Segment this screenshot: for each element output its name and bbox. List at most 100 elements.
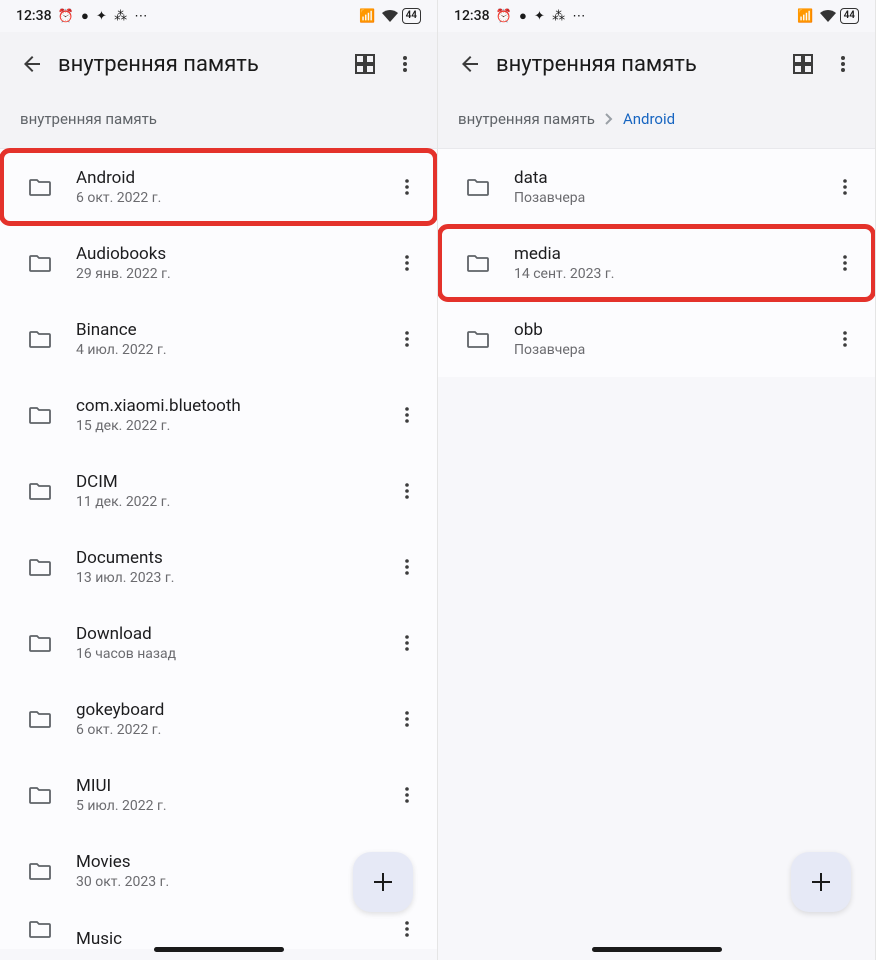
- status-left: 12:38 ⏰ ● ✦ ⁂ ⋯: [16, 8, 149, 24]
- add-fab[interactable]: [791, 852, 851, 912]
- breadcrumb-item[interactable]: Android: [623, 110, 675, 128]
- back-button[interactable]: [450, 44, 490, 84]
- item-more-button[interactable]: [387, 909, 427, 949]
- item-more-button[interactable]: [387, 623, 427, 663]
- status-time: 12:38: [16, 8, 52, 24]
- folder-item[interactable]: Binance 4 июл. 2022 г.: [0, 301, 437, 377]
- wifi-icon: [382, 10, 398, 22]
- signal-icon: 📶: [797, 9, 815, 24]
- item-more-button[interactable]: [387, 167, 427, 207]
- item-more-button[interactable]: [825, 319, 865, 359]
- item-more-button[interactable]: [387, 395, 427, 435]
- status-bar: 12:38 ⏰ ● ✦ ⁂ ⋯ 📶 44: [438, 0, 875, 32]
- chevron-right-icon: [605, 113, 613, 125]
- folder-text: gokeyboard6 окт. 2022 г.: [76, 700, 387, 738]
- folder-text: media14 сент. 2023 г.: [514, 244, 825, 282]
- folder-item[interactable]: gokeyboard6 окт. 2022 г.: [0, 681, 437, 757]
- folder-list: Android 6 окт. 2022 г. Audiobooks 29 янв. 2…: [0, 149, 437, 949]
- folder-icon: [20, 786, 60, 804]
- folder-text: DCIM 11 дек. 2022 г.: [76, 472, 387, 510]
- folder-item[interactable]: MIUI 5 июл. 2022 г.: [0, 757, 437, 833]
- folder-date: 29 янв. 2022 г.: [76, 266, 387, 282]
- breadcrumb-item[interactable]: внутренняя память: [20, 110, 157, 128]
- item-more-button[interactable]: [825, 243, 865, 283]
- folder-text: Documents13 июл. 2023 г.: [76, 548, 387, 586]
- folder-item[interactable]: media14 сент. 2023 г.: [438, 225, 875, 301]
- folder-icon: [20, 862, 60, 880]
- folder-date: 30 окт. 2023 г.: [76, 874, 387, 890]
- folder-item[interactable]: Documents13 июл. 2023 г.: [0, 529, 437, 605]
- more-button[interactable]: [385, 44, 425, 84]
- signal-icon: 📶: [359, 9, 377, 24]
- folder-text: com.xiaomi.bluetooth 15 дек. 2022 г.: [76, 396, 387, 434]
- folder-list: dataПозавчера media14 сент. 2023 г. obbПоз…: [438, 149, 875, 377]
- add-fab[interactable]: [353, 852, 413, 912]
- status-icons-left: ⏰ ● ✦ ⁂ ⋯: [58, 8, 150, 24]
- folder-item[interactable]: Audiobooks 29 янв. 2022 г.: [0, 225, 437, 301]
- app-title: внутренняя память: [58, 52, 345, 77]
- folder-item[interactable]: Android 6 окт. 2022 г.: [0, 149, 437, 225]
- item-more-button[interactable]: [387, 471, 427, 511]
- folder-icon: [20, 254, 60, 272]
- folder-icon: [20, 710, 60, 728]
- folder-date: 6 окт. 2022 г.: [76, 190, 387, 206]
- folder-icon: [20, 920, 60, 938]
- home-indicator[interactable]: [592, 947, 722, 952]
- folder-name: Movies: [76, 852, 387, 872]
- breadcrumb-item[interactable]: внутренняя память: [458, 110, 595, 128]
- folder-name: com.xiaomi.bluetooth: [76, 396, 387, 416]
- folder-date: 5 июл. 2022 г.: [76, 798, 387, 814]
- folder-item[interactable]: dataПозавчера: [438, 149, 875, 225]
- breadcrumb: внутренняя память Android: [438, 96, 875, 149]
- home-indicator[interactable]: [154, 947, 284, 952]
- item-more-button[interactable]: [387, 775, 427, 815]
- folder-icon: [20, 178, 60, 196]
- breadcrumb: внутренняя память: [0, 96, 437, 149]
- app-bar: внутренняя память: [0, 32, 437, 96]
- item-more-button[interactable]: [387, 699, 427, 739]
- folder-item[interactable]: com.xiaomi.bluetooth 15 дек. 2022 г.: [0, 377, 437, 453]
- folder-text: Audiobooks 29 янв. 2022 г.: [76, 244, 387, 282]
- folder-date: 11 дек. 2022 г.: [76, 494, 387, 510]
- item-more-button[interactable]: [387, 547, 427, 587]
- folder-name: Android: [76, 168, 387, 188]
- folder-text: dataПозавчера: [514, 168, 825, 206]
- folder-icon: [20, 406, 60, 424]
- folder-item[interactable]: Download16 часов назад: [0, 605, 437, 681]
- folder-name: DCIM: [76, 472, 387, 492]
- folder-text: Download16 часов назад: [76, 624, 387, 662]
- status-bar: 12:38 ⏰ ● ✦ ⁂ ⋯ 📶 44: [0, 0, 437, 32]
- phone-right: 12:38 ⏰ ● ✦ ⁂ ⋯ 📶 44 внутренняя память в…: [438, 0, 876, 960]
- folder-date: 16 часов назад: [76, 646, 387, 662]
- grid-view-button[interactable]: [345, 44, 385, 84]
- folder-text: obbПозавчера: [514, 320, 825, 358]
- folder-date: 15 дек. 2022 г.: [76, 418, 387, 434]
- folder-date: 4 июл. 2022 г.: [76, 342, 387, 358]
- item-more-button[interactable]: [387, 243, 427, 283]
- folder-name: Audiobooks: [76, 244, 387, 264]
- folder-text: Android 6 окт. 2022 г.: [76, 168, 387, 206]
- status-right: 📶 44: [797, 8, 859, 24]
- folder-icon: [20, 482, 60, 500]
- status-left: 12:38 ⏰ ● ✦ ⁂ ⋯: [454, 8, 587, 24]
- app-title: внутренняя память: [496, 52, 783, 77]
- back-button[interactable]: [12, 44, 52, 84]
- item-more-button[interactable]: [387, 319, 427, 359]
- status-right: 📶 44: [359, 8, 421, 24]
- folder-icon: [20, 330, 60, 348]
- battery-indicator: 44: [402, 8, 421, 24]
- folder-name: Binance: [76, 320, 387, 340]
- folder-date: 14 сент. 2023 г.: [514, 266, 825, 282]
- folder-item[interactable]: obbПозавчера: [438, 301, 875, 377]
- folder-text: MIUI 5 июл. 2022 г.: [76, 776, 387, 814]
- folder-icon: [458, 254, 498, 272]
- folder-date: Позавчера: [514, 190, 825, 206]
- item-more-button[interactable]: [825, 167, 865, 207]
- folder-item[interactable]: DCIM 11 дек. 2022 г.: [0, 453, 437, 529]
- folder-icon: [458, 330, 498, 348]
- grid-view-button[interactable]: [783, 44, 823, 84]
- folder-item[interactable]: Music: [0, 909, 437, 949]
- folder-date: 13 июл. 2023 г.: [76, 570, 387, 586]
- folder-name: MIUI: [76, 776, 387, 796]
- more-button[interactable]: [823, 44, 863, 84]
